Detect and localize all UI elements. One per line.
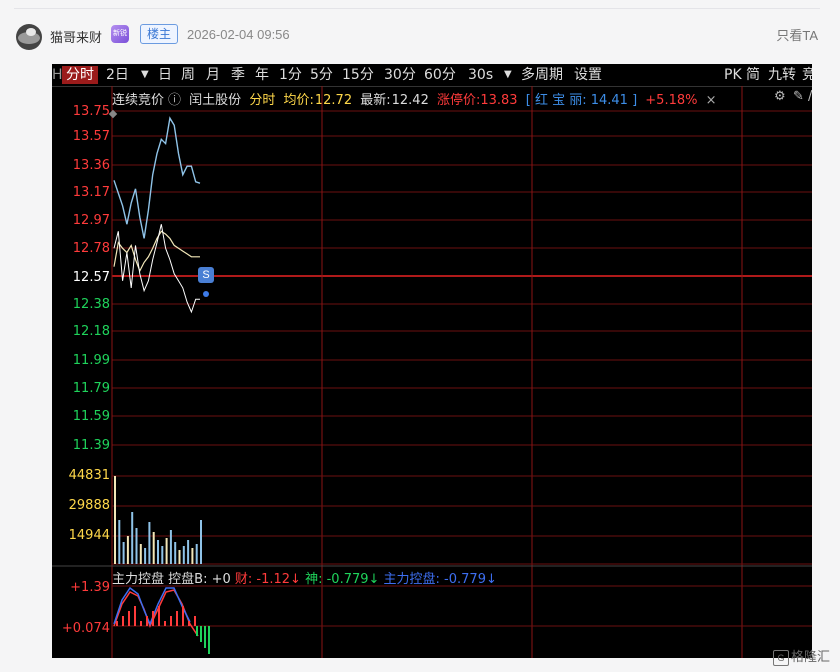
sub-bar	[152, 611, 154, 626]
sub-bar	[200, 626, 202, 642]
volume-bar	[148, 522, 151, 564]
sub-bar	[204, 626, 206, 648]
volume-bar	[195, 544, 198, 564]
volume-bar	[182, 546, 185, 564]
sub-bar	[182, 606, 184, 626]
watermark: G 格隆汇	[772, 646, 830, 666]
sub-indicator-title[interactable]: 主力控盘	[112, 572, 164, 587]
volume-bar	[200, 520, 202, 564]
signal-marker[interactable]: S	[198, 267, 214, 283]
sub-bar	[194, 616, 196, 626]
forum-post: 猫哥来财 新锐 楼主 2026-02-04 09:56 只看TA H 分时 2日…	[0, 0, 840, 672]
price-tick: 12.57	[72, 270, 110, 285]
price-tick: 11.59	[72, 409, 110, 424]
role-badge: 楼主	[140, 24, 179, 44]
logo-icon: G	[772, 650, 789, 666]
volume-bar	[152, 532, 155, 564]
watermark-text: 格隆汇	[790, 649, 830, 665]
top-divider	[14, 8, 820, 9]
sub-main-ctrl: 主力控盘: -0.779↓	[383, 572, 497, 587]
volume-bar	[187, 540, 190, 564]
volume-bar	[157, 540, 159, 564]
price-tick: 12.97	[72, 213, 110, 228]
volume-bar	[139, 544, 142, 564]
only-ta-link[interactable]: 只看TA	[776, 25, 818, 44]
price-tick: 13.17	[72, 185, 110, 200]
sub-bar	[164, 621, 166, 626]
sub-bar	[176, 611, 178, 626]
sub-bar	[188, 621, 190, 626]
sub-bar	[128, 611, 130, 626]
volume-tick: 44831	[68, 468, 110, 483]
volume-bar	[135, 528, 138, 564]
sub-bar	[122, 616, 124, 626]
price-tick: 13.57	[72, 129, 110, 144]
volume-bar	[165, 538, 168, 564]
sub-bar	[146, 616, 148, 626]
sub-bar	[134, 606, 136, 626]
volume-bar	[131, 512, 134, 564]
sub-indicator-header: 主力控盘 控盘B: +0 财: -1.12↓ 神: -0.779↓ 主力控盘: …	[112, 568, 497, 587]
volume-bar	[118, 520, 121, 564]
price-tick: 12.78	[72, 241, 110, 256]
volume-bar	[126, 536, 129, 564]
sub-bar	[158, 606, 160, 626]
volume-bar	[122, 542, 125, 564]
sub-bar	[208, 626, 210, 654]
volume-bar	[144, 548, 147, 564]
avg-line	[113, 230, 200, 273]
volume-bar	[114, 476, 116, 564]
price-tick: 11.99	[72, 353, 110, 368]
sub-cai: 财: -1.12↓	[234, 572, 301, 587]
sub-bar	[196, 626, 198, 636]
vip-badge-icon: 新锐	[111, 25, 129, 43]
price-tick: 11.39	[72, 438, 110, 453]
sub-bar	[140, 621, 142, 626]
sub-bar	[170, 616, 172, 626]
volume-tick: 14944	[68, 528, 110, 543]
price-tick: 12.38	[72, 297, 110, 312]
price-tick: 13.36	[72, 158, 110, 173]
volume-bar	[161, 546, 164, 564]
username[interactable]: 猫哥来财	[50, 27, 102, 46]
post-timestamp: 2026-02-04 09:56	[187, 27, 290, 42]
stock-chart-screenshot: H 分时 2日 ▼ 日 周 月 季 年 1分 5分 15分 30分 60分 30…	[52, 64, 812, 658]
sub-ctrl-b: 控盘B: +0	[168, 572, 231, 587]
price-tick: 13.75	[72, 104, 110, 119]
signal-dot	[203, 291, 209, 297]
sub-tick: +0.074	[61, 621, 110, 636]
volume-bar	[169, 530, 172, 564]
avatar[interactable]	[16, 24, 42, 50]
volume-bar	[191, 548, 194, 564]
volume-bar	[178, 550, 181, 564]
volume-bar	[174, 542, 177, 564]
sub-shen: 神: -0.779↓	[305, 572, 380, 587]
sub-tick: +1.39	[70, 580, 110, 595]
price-tick: 11.79	[72, 381, 110, 396]
sub-bar	[116, 621, 118, 626]
price-tick: 12.18	[72, 324, 110, 339]
volume-tick: 29888	[68, 498, 110, 513]
